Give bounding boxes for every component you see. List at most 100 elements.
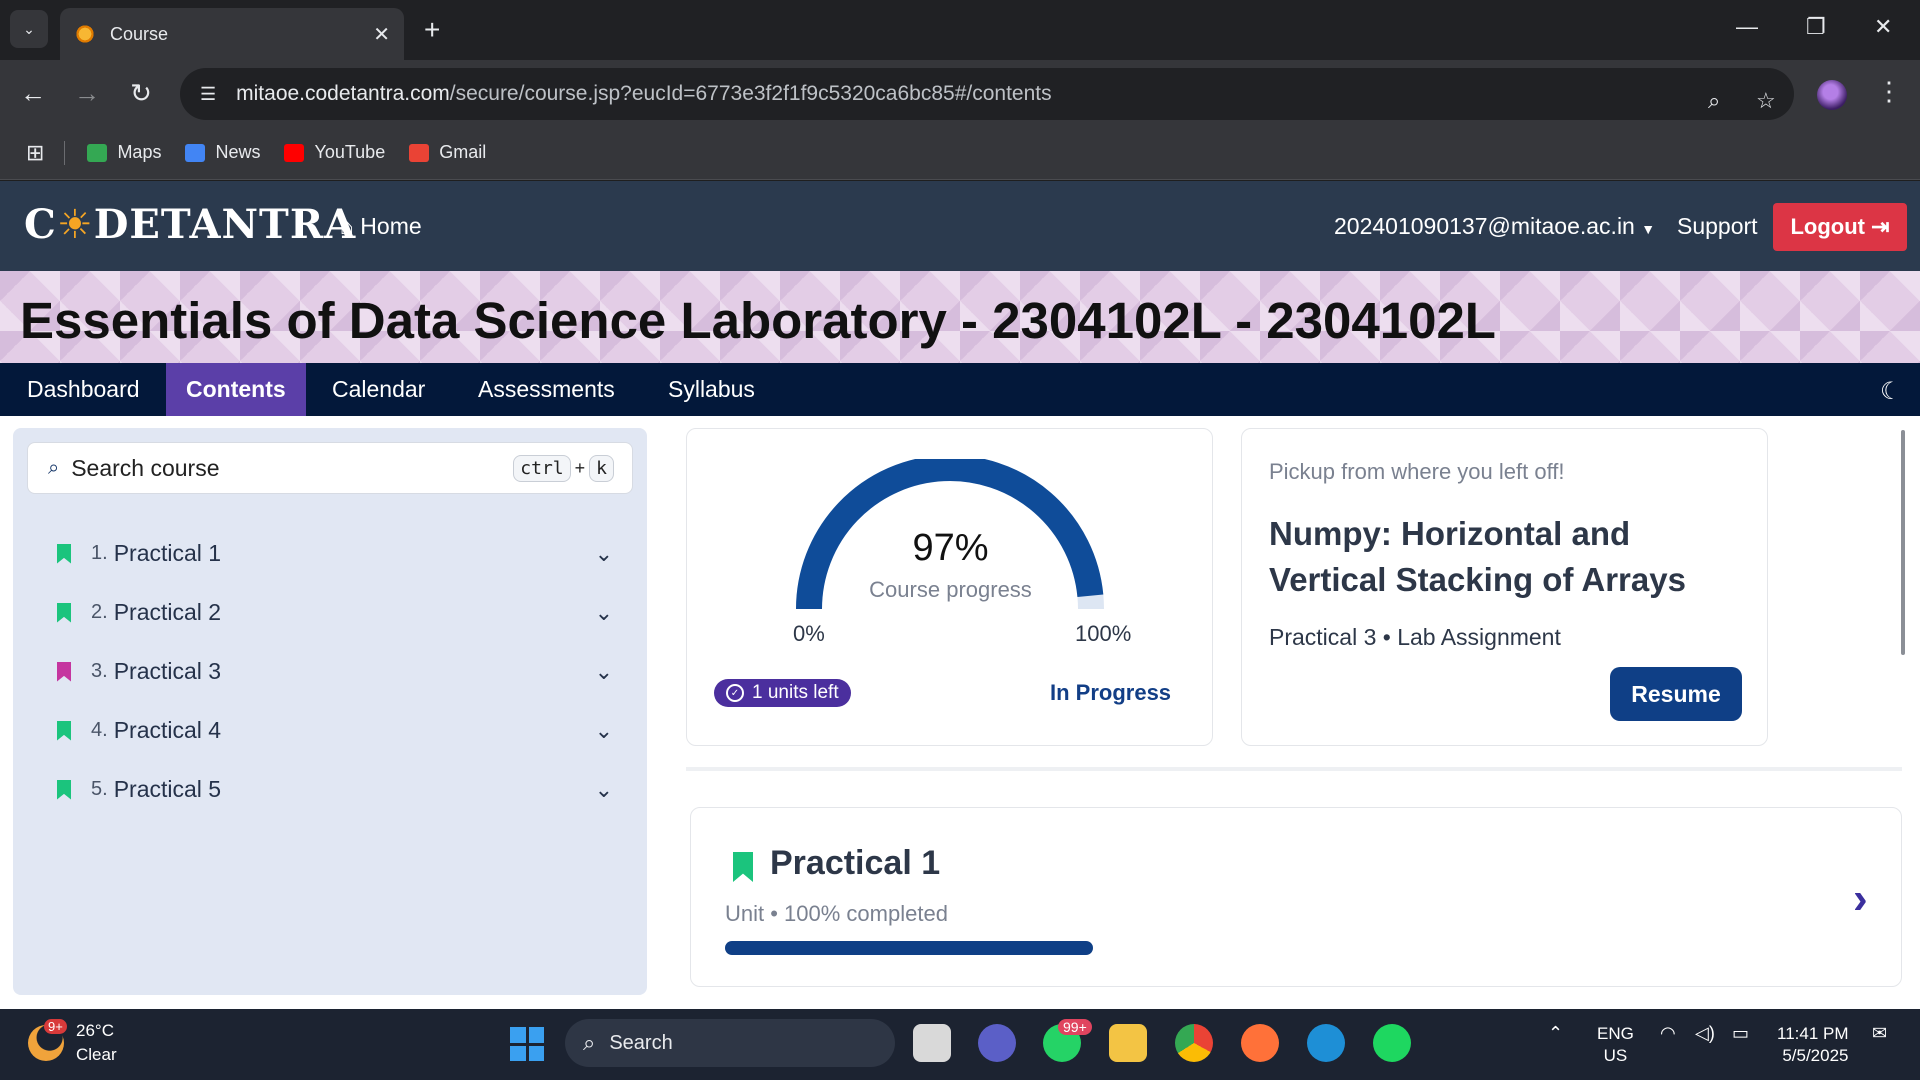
weather-widget[interactable]: 9+ 26°C Clear: [28, 1019, 117, 1067]
units-left-badge: ✓ 1 units left: [714, 679, 851, 707]
weather-condition: Clear: [76, 1045, 117, 1064]
weather-badge: 9+: [44, 1019, 67, 1034]
unit-card-subtitle: Unit • 100% completed: [725, 901, 948, 926]
taskbar-search[interactable]: ⌕ Search: [565, 1019, 895, 1067]
home-link[interactable]: ⌂ Home: [340, 213, 422, 240]
bookmarks-separator: [64, 140, 66, 165]
resume-card: Pickup from where you left off! Numpy: H…: [1241, 428, 1768, 746]
section-divider: [686, 767, 1902, 771]
system-clock[interactable]: 11:41 PM 5/5/2025: [1777, 1023, 1849, 1067]
firefox-icon[interactable]: [1241, 1024, 1279, 1062]
task-view-icon[interactable]: [913, 1024, 951, 1062]
tab-contents[interactable]: Contents: [166, 363, 306, 416]
kbd-k: k: [589, 454, 614, 482]
kbd-plus: +: [574, 457, 586, 478]
search-icon: ⌕: [583, 1030, 596, 1055]
browser-tab[interactable]: Course ✕: [60, 8, 404, 60]
chevron-down-icon[interactable]: ⌄: [595, 541, 613, 567]
unit-card-practical-1[interactable]: Practical 1 Unit • 100% completed ›: [690, 807, 1902, 987]
bookmark-youtube[interactable]: YouTube: [284, 142, 385, 163]
progress-label: Course progress: [869, 577, 1032, 602]
file-explorer-icon[interactable]: [1109, 1024, 1147, 1062]
bookmark-gmail[interactable]: Gmail: [409, 142, 486, 163]
teams-icon[interactable]: [978, 1024, 1016, 1062]
volume-icon[interactable]: ◁): [1695, 1023, 1715, 1044]
browser-tab-strip: ⌄ Course ✕ + — ❐ ✕: [0, 0, 1920, 60]
chevron-right-icon[interactable]: ›: [1853, 874, 1868, 924]
course-title: Essentials of Data Science Laboratory - …: [20, 292, 1496, 349]
resume-button[interactable]: Resume: [1610, 667, 1742, 721]
sidebar-item-practical-2[interactable]: 2. Practical 2 ⌄: [13, 583, 647, 642]
moon-weather-icon: 9+: [28, 1019, 67, 1061]
back-button[interactable]: ←: [18, 78, 48, 108]
bookmark-maps[interactable]: Maps: [87, 142, 161, 163]
tab-search-dropdown[interactable]: ⌄: [10, 10, 48, 48]
sidebar-item-practical-4[interactable]: 4. Practical 4 ⌄: [13, 701, 647, 760]
bookmark-news[interactable]: News: [185, 142, 260, 163]
check-circle-icon: ✓: [726, 684, 744, 702]
new-tab-button[interactable]: +: [424, 14, 440, 46]
close-window-button[interactable]: ✕: [1874, 14, 1892, 40]
support-link[interactable]: Support: [1677, 213, 1758, 240]
page-scrollbar[interactable]: [1901, 430, 1905, 655]
wifi-icon[interactable]: ◠: [1660, 1023, 1676, 1044]
caret-down-icon: ▼: [1641, 221, 1656, 237]
search-icon: ⌕: [48, 456, 60, 479]
sidebar-item-practical-3[interactable]: 3. Practical 3 ⌄: [13, 642, 647, 701]
course-banner: Essentials of Data Science Laboratory - …: [0, 271, 1920, 363]
user-dropdown[interactable]: 202401090137@mitaoe.ac.in ▼: [1334, 213, 1655, 240]
forward-button[interactable]: →: [72, 78, 102, 108]
tab-syllabus[interactable]: Syllabus: [648, 363, 775, 416]
restore-button[interactable]: ❐: [1806, 14, 1826, 40]
notifications-icon[interactable]: ✉: [1872, 1023, 1887, 1044]
tab-title: Course: [110, 23, 169, 44]
logout-icon: ⇥: [1871, 214, 1890, 239]
chevron-down-icon[interactable]: ⌄: [595, 659, 613, 685]
windows-start-icon[interactable]: [510, 1027, 544, 1061]
battery-icon[interactable]: ▭: [1732, 1023, 1749, 1044]
sidebar-item-practical-1[interactable]: 1. Practical 1 ⌄: [13, 524, 647, 583]
tab-assessments[interactable]: Assessments: [458, 363, 635, 416]
chrome-icon[interactable]: [1175, 1024, 1213, 1062]
chevron-down-icon[interactable]: ⌄: [595, 777, 613, 803]
browser-menu-icon[interactable]: ⋮: [1876, 76, 1902, 107]
youtube-icon: [284, 143, 305, 162]
chevron-down-icon[interactable]: ⌄: [595, 600, 613, 626]
chevron-down-icon[interactable]: ⌄: [595, 718, 613, 744]
windows-taskbar: 9+ 26°C Clear ⌕ Search 99+ ⌃ ENG US ◠ ◁)…: [0, 1009, 1920, 1080]
tab-dashboard[interactable]: Dashboard: [7, 363, 160, 416]
bookmark-icon: [57, 720, 71, 741]
site-info-icon[interactable]: ☰: [200, 84, 216, 105]
home-icon: ⌂: [340, 213, 354, 239]
bookmark-star-icon[interactable]: ☆: [1756, 88, 1776, 114]
logout-button[interactable]: Logout ⇥: [1773, 203, 1907, 251]
whatsapp-badge: 99+: [1058, 1019, 1092, 1035]
reload-button[interactable]: ↻: [126, 78, 156, 108]
kbd-ctrl: ctrl: [513, 454, 571, 482]
spotify-icon[interactable]: [1373, 1024, 1411, 1062]
address-bar[interactable]: ☰ mitaoe.codetantra.com /secure/course.j…: [180, 68, 1794, 120]
sun-logo-icon: ☀: [56, 201, 94, 248]
codetantra-logo[interactable]: C☀DETANTRA: [24, 201, 356, 248]
show-hidden-icons[interactable]: ⌃: [1548, 1023, 1563, 1044]
minimize-button[interactable]: —: [1736, 14, 1758, 40]
course-progress-card: 97% Course progress 0% 100% ✓ 1 units le…: [686, 428, 1213, 746]
browser-toolbar: ← → ↻ ☰ mitaoe.codetantra.com /secure/co…: [0, 60, 1920, 126]
search-placeholder: Search course: [71, 454, 220, 481]
progress-percent: 97%: [912, 527, 989, 569]
tab-calendar[interactable]: Calendar: [312, 363, 445, 416]
language-indicator[interactable]: ENG US: [1597, 1023, 1634, 1067]
bookmark-icon: [57, 602, 71, 623]
sidebar-item-practical-5[interactable]: 5. Practical 5 ⌄: [13, 760, 647, 819]
gmail-icon: [409, 143, 430, 162]
search-course-input[interactable]: ⌕ Search course ctrl + k: [27, 442, 633, 494]
bookmark-icon: [57, 661, 71, 682]
apps-grid-icon[interactable]: ⊞: [26, 140, 44, 166]
bookmark-icon: [57, 543, 71, 564]
dark-mode-toggle-icon[interactable]: ☾: [1880, 377, 1902, 406]
tab-close-icon[interactable]: ✕: [373, 22, 390, 47]
edge-icon[interactable]: [1307, 1024, 1345, 1062]
profile-avatar[interactable]: [1817, 80, 1847, 110]
zoom-icon[interactable]: ⌕: [1708, 88, 1720, 114]
unit-progress-bar: [725, 941, 1093, 955]
